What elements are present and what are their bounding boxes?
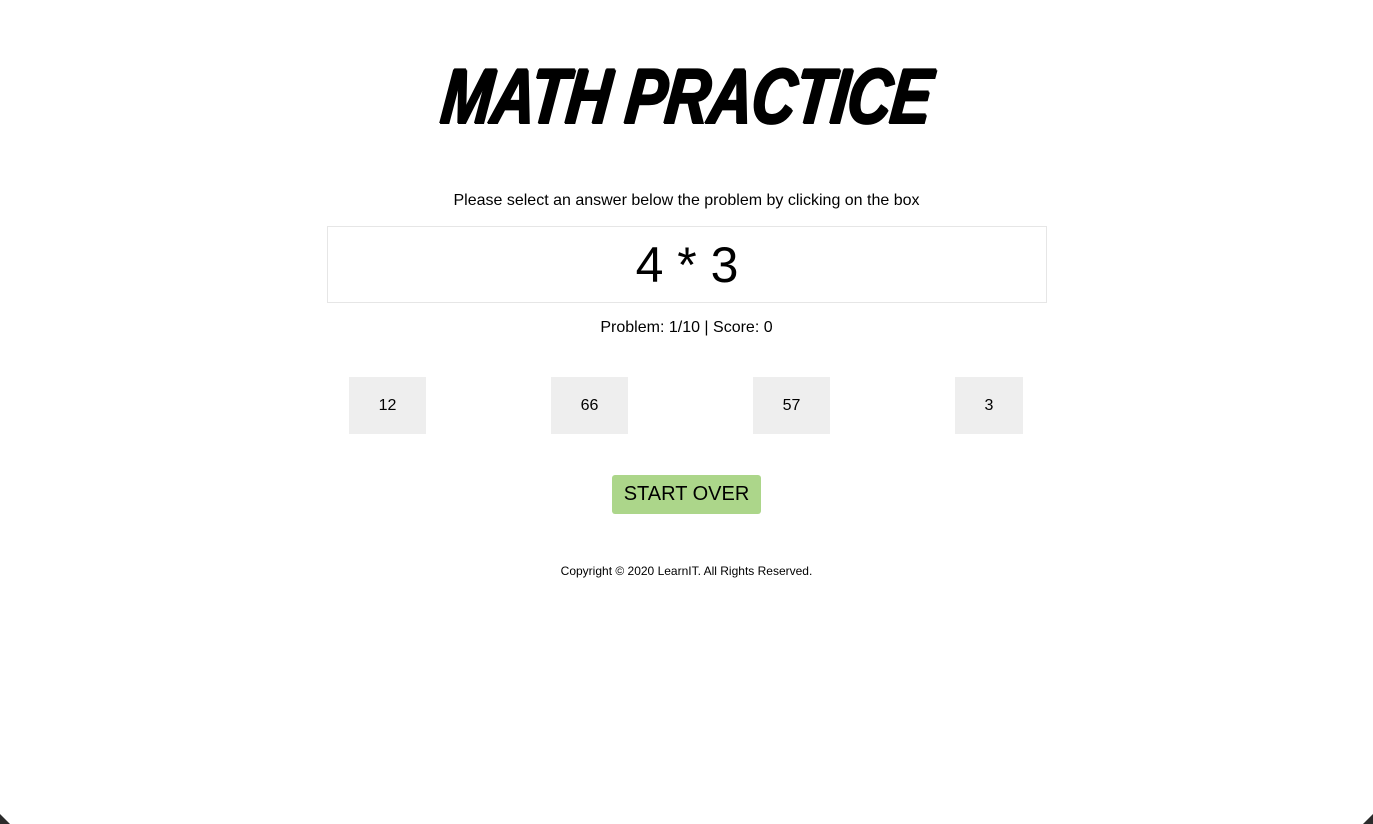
copyright-footer: Copyright © 2020 LearnIT. All Rights Res…	[560, 564, 813, 578]
answer-option-2[interactable]: 66	[551, 377, 628, 434]
answer-option-label: 3	[984, 396, 994, 414]
page-title: MATH PRACTICE	[437, 52, 936, 140]
start-over-button[interactable]: START OVER	[612, 475, 761, 514]
instructions-text: Please select an answer below the proble…	[453, 192, 920, 209]
answer-option-1[interactable]: 12	[349, 377, 426, 434]
window-corner-right	[1363, 814, 1373, 824]
answer-option-label: 12	[378, 396, 397, 414]
answer-option-label: 57	[782, 396, 801, 414]
window-corner-left	[0, 814, 10, 824]
answer-option-label: 66	[580, 396, 599, 414]
problem-text: 4 * 3	[635, 236, 739, 293]
problem-display: 4 * 3	[327, 226, 1047, 303]
answer-option-4[interactable]: 3	[955, 377, 1023, 434]
problem-score-status: Problem: 1/10 | Score: 0	[600, 319, 773, 336]
answer-option-3[interactable]: 57	[753, 377, 830, 434]
